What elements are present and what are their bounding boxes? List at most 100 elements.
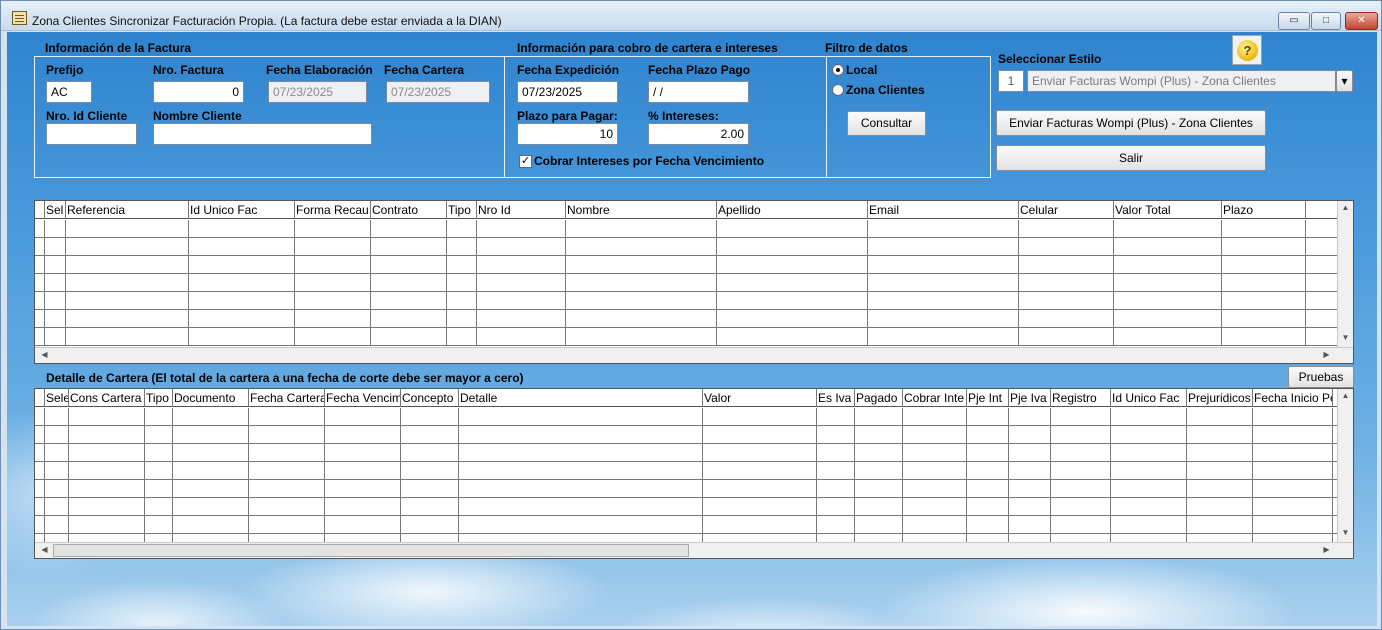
facturas-column-nombre[interactable]: Nombre (566, 201, 717, 219)
help-glyph: ? (1237, 40, 1258, 61)
facturas-grid-rows (35, 220, 1337, 346)
plazo-input[interactable]: 10 (517, 123, 618, 145)
detalle-column-valor[interactable]: Valor (703, 389, 817, 407)
prefijo-input[interactable]: AC (46, 81, 92, 103)
detalle-column-cobrar-inte[interactable]: Cobrar Inte (903, 389, 967, 407)
title-bar[interactable]: Zona Clientes Sincronizar Facturación Pr… (1, 1, 1381, 31)
pruebas-button[interactable]: Pruebas (1288, 366, 1354, 388)
detalle-column-documento[interactable]: Documento (173, 389, 249, 407)
detalle-title: Detalle de Cartera (El total de la carte… (46, 371, 524, 385)
facturas-column-referencia[interactable]: Referencia (66, 201, 189, 219)
fecha-expedicion-label: Fecha Expedición (517, 63, 620, 77)
detalle-column-concepto[interactable]: Concepto (401, 389, 459, 407)
scroll-up-icon[interactable]: ▲ (1338, 391, 1353, 400)
app-window: Zona Clientes Sincronizar Facturación Pr… (0, 0, 1382, 630)
nro-factura-label: Nro. Factura (153, 63, 224, 77)
close-button[interactable]: ✕ (1345, 12, 1378, 30)
prefijo-label: Prefijo (46, 63, 84, 77)
facturas-column-valor-total[interactable]: Valor Total (1114, 201, 1222, 219)
facturas-vscroll[interactable]: ▲ ▼ (1337, 201, 1353, 347)
facturas-column-contrato[interactable]: Contrato (371, 201, 447, 219)
fecha-elaboracion-input: 07/23/2025 (268, 81, 367, 103)
estilo-label: Seleccionar Estilo (998, 52, 1102, 66)
app-icon (12, 11, 27, 25)
fecha-elaboracion-label: Fecha Elaboración (266, 63, 373, 77)
nro-id-cliente-input[interactable] (46, 123, 137, 145)
nombre-cliente-input[interactable] (153, 123, 372, 145)
scroll-right-icon[interactable]: ▶ (1319, 350, 1334, 359)
facturas-column-celular[interactable]: Celular (1019, 201, 1114, 219)
detalle-column-cons-cartera[interactable]: Cons Cartera (69, 389, 145, 407)
cobro-section-title: Información para cobro de cartera e inte… (517, 41, 778, 55)
horizontal-scroll-thumb[interactable] (53, 544, 689, 557)
enviar-facturas-button[interactable]: Enviar Facturas Wompi (Plus) - Zona Clie… (996, 110, 1266, 136)
row-indicator-header (35, 201, 45, 219)
scroll-right-icon[interactable]: ▶ (1319, 545, 1334, 554)
help-icon[interactable]: ? (1232, 35, 1262, 65)
consultar-button[interactable]: Consultar (847, 111, 926, 136)
scroll-up-icon[interactable]: ▲ (1338, 203, 1353, 212)
window-title: Zona Clientes Sincronizar Facturación Pr… (32, 14, 502, 28)
detalle-grid[interactable]: Sele Cons Cartera Tipo Documento Fecha Carte… (34, 388, 1354, 559)
detalle-hscroll[interactable]: ◀ ▶ (35, 542, 1353, 558)
facturas-column-plazo[interactable]: Plazo (1222, 201, 1306, 219)
detalle-vscroll[interactable]: ▲ ▼ (1337, 389, 1353, 542)
detalle-column-fecha-cartera[interactable]: Fecha Cartera (249, 389, 325, 407)
detalle-column-registro[interactable]: Registro (1051, 389, 1111, 407)
factura-section-title: Información de la Factura (45, 41, 192, 55)
nro-id-cliente-label: Nro. Id Cliente (46, 109, 128, 123)
facturas-hscroll[interactable]: ◀ ▶ (35, 347, 1353, 363)
detalle-column-prejuridicos[interactable]: Prejuridicos (1187, 389, 1253, 407)
facturas-column-nro-id[interactable]: Nro Id (477, 201, 566, 219)
facturas-column-tipo[interactable]: Tipo (447, 201, 477, 219)
facturas-grid[interactable]: Sel Referencia Id Unico Fac Forma Recau Cont… (34, 200, 1354, 364)
detalle-column-sele[interactable]: Sele (45, 389, 69, 407)
zona-clientes-radio[interactable] (832, 84, 844, 96)
detalle-column-fecha-inicio-pe[interactable]: Fecha Inicio Pe (1253, 389, 1333, 407)
salir-button[interactable]: Salir (996, 145, 1266, 171)
scroll-left-icon[interactable]: ◀ (37, 545, 52, 554)
intereses-input[interactable]: 2.00 (648, 123, 749, 145)
scroll-left-icon[interactable]: ◀ (37, 350, 52, 359)
facturas-column-id-unico-fac[interactable]: Id Unico Fac (189, 201, 295, 219)
minimize-button[interactable]: ▭ (1278, 12, 1310, 30)
plazo-label: Plazo para Pagar: (517, 109, 618, 123)
client-area: Información de la Factura Información pa… (7, 32, 1377, 626)
nombre-cliente-label: Nombre Cliente (153, 109, 242, 123)
facturas-grid-header: Sel Referencia Id Unico Fac Forma Recau Cont… (35, 201, 1337, 219)
maximize-button[interactable]: □ (1311, 12, 1341, 30)
fecha-plazo-input[interactable]: / / (648, 81, 749, 103)
nro-factura-input[interactable]: 0 (153, 81, 244, 103)
facturas-column-apellido[interactable]: Apellido (717, 201, 868, 219)
scroll-down-icon[interactable]: ▼ (1338, 528, 1353, 537)
fecha-cartera-label: Fecha Cartera (384, 63, 465, 77)
estilo-number-input[interactable]: 1 (998, 70, 1024, 92)
detalle-column-detalle[interactable]: Detalle (459, 389, 703, 407)
scroll-down-icon[interactable]: ▼ (1338, 333, 1353, 342)
cobrar-intereses-label: Cobrar Intereses por Fecha Vencimiento (534, 154, 765, 168)
detalle-column-pje-int[interactable]: Pje Int (967, 389, 1009, 407)
intereses-label: % Intereses: (648, 109, 719, 123)
filtro-section-title: Filtro de datos (825, 41, 908, 55)
facturas-column-email[interactable]: Email (868, 201, 1019, 219)
local-label: Local (846, 63, 878, 77)
detalle-column-pagado[interactable]: Pagado (855, 389, 903, 407)
row-indicator-header (35, 389, 45, 407)
facturas-column-forma-recau[interactable]: Forma Recau (295, 201, 371, 219)
detalle-grid-header: Sele Cons Cartera Tipo Documento Fecha Carte… (35, 389, 1337, 407)
detalle-column-id-unico-fac[interactable]: Id Unico Fac (1111, 389, 1187, 407)
zona-clientes-label: Zona Clientes (846, 83, 925, 97)
detalle-grid-rows (35, 408, 1337, 542)
fecha-cartera-input: 07/23/2025 (386, 81, 490, 103)
estilo-select[interactable]: Enviar Facturas Wompi (Plus) - Zona Clie… (1027, 70, 1336, 92)
fecha-plazo-label: Fecha Plazo Pago (648, 63, 751, 77)
fecha-expedicion-input[interactable]: 07/23/2025 (517, 81, 618, 103)
detalle-column-fecha-vencim[interactable]: Fecha Vencim (325, 389, 401, 407)
chevron-down-icon[interactable]: ▾ (1336, 70, 1353, 92)
cobrar-intereses-checkbox[interactable]: ✓ (519, 155, 532, 168)
facturas-column-sel[interactable]: Sel (45, 201, 66, 219)
detalle-column-tipo[interactable]: Tipo (145, 389, 173, 407)
detalle-column-pje-iva[interactable]: Pje Iva (1009, 389, 1051, 407)
local-radio[interactable] (832, 64, 844, 76)
detalle-column-es-iva[interactable]: Es Iva (817, 389, 855, 407)
